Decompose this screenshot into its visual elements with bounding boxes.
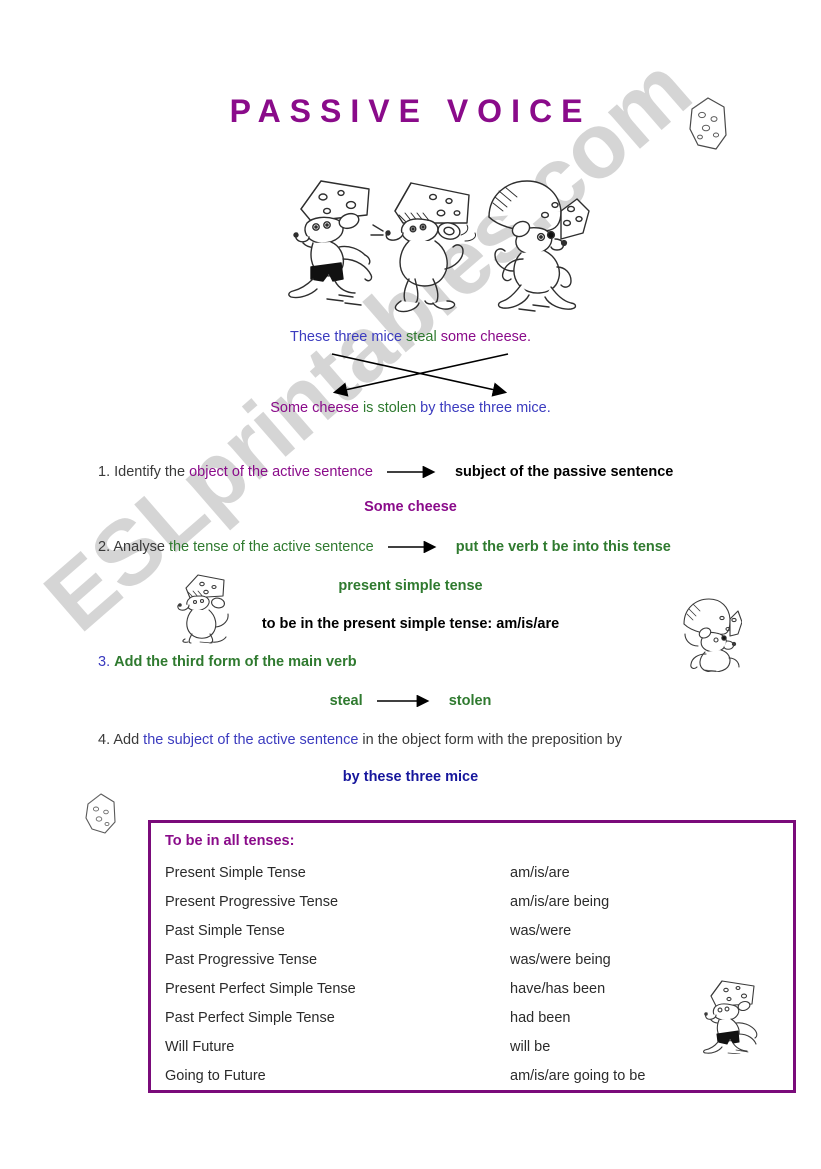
step-1-lead: Identify the (114, 464, 190, 480)
step-1-highlight: object of the active sentence (189, 464, 373, 480)
table-row: Present Perfect Simple Tense have/has bee… (165, 981, 785, 997)
step-4-example: by these three mice (342, 769, 479, 785)
tense-name: Present Simple Tense (165, 865, 306, 881)
step-4-lead: Add (113, 732, 144, 748)
active-sentence: These three mice steal some cheese. (0, 329, 821, 345)
table-row: Going to Future am/is/are going to be (165, 1068, 785, 1084)
step-3-transform: steal stolen (0, 693, 821, 709)
tense-name: Present Progressive Tense (165, 894, 339, 910)
step-4-highlight: the subject of the active sentence (143, 732, 359, 748)
step-3-to: stolen (448, 693, 492, 709)
step-4-number: 4. (98, 732, 114, 748)
step-2-lead: Analyse (113, 539, 169, 555)
step-2-line: 2. Analyse the tense of the active sente… (98, 539, 671, 555)
table-row: Past Simple Tense was/were (165, 923, 785, 939)
active-object: some cheese. (440, 329, 531, 345)
crossing-arrows-diagram (331, 353, 509, 397)
to-be-tense-table: To be in all tenses: Present Simple Tens… (148, 820, 796, 1093)
page-title: PASSIVE VOICE (229, 93, 592, 129)
step-3-arrow-icon (376, 695, 430, 708)
step-3-from: steal (329, 693, 363, 709)
passive-verb: is stolen (362, 400, 421, 416)
cheese-wedge-left-icon (85, 793, 116, 834)
table-row: Will Future will be (165, 1039, 785, 1055)
step-2-arrow-icon (387, 541, 437, 554)
passive-subject: Some cheese (270, 400, 363, 416)
table-row: Present Simple Tense am/is/are (165, 865, 785, 881)
step-2-example: present simple tense (338, 578, 483, 594)
active-subject: These three mice (289, 329, 407, 345)
passive-sentence: Some cheese is stolen by these three mic… (0, 400, 821, 416)
tense-form: will be (510, 1039, 551, 1055)
tense-name: Past Progressive Tense (165, 952, 318, 968)
tense-table-title: To be in all tenses: (165, 833, 295, 849)
step-1-arrow-icon (386, 466, 436, 479)
step-2-result: put the verb t be into this tense (455, 539, 671, 555)
three-mice-stealing-cheese-illustration (288, 180, 590, 313)
step-1-number: 1. (98, 464, 115, 480)
worksheet-page: ESLprintables.com PASSIVE VOICE These th… (0, 0, 821, 1169)
table-row: Present Progressive Tense am/is/are being (165, 894, 785, 910)
tense-name: Past Simple Tense (165, 923, 285, 939)
step-2-highlight: the tense of the active sentence (168, 539, 374, 555)
tense-name: Will Future (165, 1039, 235, 1055)
step-2-number: 2. (98, 539, 114, 555)
step-1-example: Some cheese (364, 499, 457, 515)
tense-form: am/is/are being (510, 894, 610, 910)
table-row: Past Progressive Tense was/were being (165, 952, 785, 968)
mouse-with-cheese-right-icon (683, 598, 742, 672)
step-3-line: 3. Add the third form of the main verb (98, 654, 357, 670)
tense-form: was/were (510, 923, 572, 939)
step-3-lead: Add the third form of the main verb (114, 654, 357, 670)
tense-name: Going to Future (165, 1068, 266, 1084)
step-3-number: 3. (98, 654, 115, 670)
tense-form: have/has been (510, 981, 606, 997)
step-4-line: 4. Add the subject of the active sentenc… (98, 732, 622, 748)
tense-name: Past Perfect Simple Tense (165, 1010, 335, 1026)
active-verb: steal (406, 329, 441, 345)
tense-name: Present Perfect Simple Tense (165, 981, 356, 997)
tense-form: was/were being (510, 952, 611, 968)
passive-agent: by these three mice. (420, 400, 551, 416)
tense-form: am/is/are going to be (510, 1068, 646, 1084)
step-4-tail: in the object form with the preposition … (358, 732, 622, 748)
step-1-line: 1. Identify the object of the active sen… (98, 464, 673, 480)
table-row: Past Perfect Simple Tense had been (165, 1010, 785, 1026)
step-2-note: to be in the present simple tense: am/is… (261, 616, 560, 632)
step-1-result: subject of the passive sentence (454, 464, 674, 480)
tense-form: am/is/are (510, 865, 570, 881)
tense-form: had been (510, 1010, 571, 1026)
